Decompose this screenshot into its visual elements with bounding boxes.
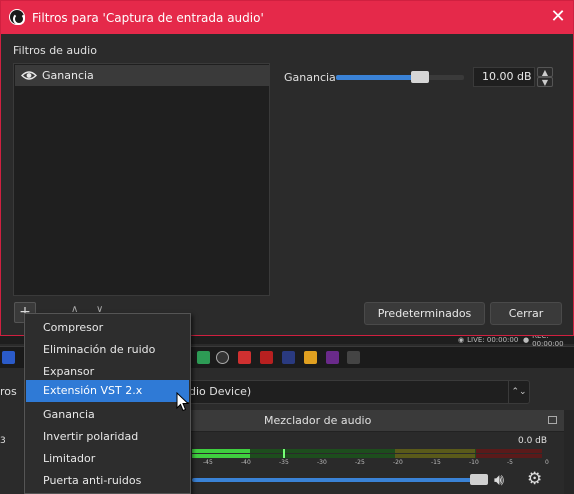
app-blue-icon[interactable]: [282, 351, 295, 364]
mouse-cursor-icon: [176, 392, 190, 412]
menu-item-vst[interactable]: Extensión VST 2.x: [26, 380, 189, 402]
word-icon[interactable]: [2, 351, 15, 364]
android-icon[interactable]: [197, 351, 210, 364]
meter-tick-label: -35: [279, 459, 289, 466]
section-label: Filtros de audio: [13, 44, 97, 57]
app-purple-icon[interactable]: [326, 351, 339, 364]
app-yellow-icon[interactable]: [304, 351, 317, 364]
volume-slider[interactable]: [192, 478, 488, 482]
meter-level-left: [192, 449, 250, 453]
db-value: 0.0 dB: [518, 436, 548, 446]
spin-buttons: ▲ ▼: [537, 67, 553, 87]
obs-icon[interactable]: [216, 351, 229, 364]
speaker-icon[interactable]: 🔊︎: [494, 470, 504, 490]
list-item[interactable]: Ganancia: [15, 65, 269, 86]
spin-down-icon[interactable]: ▼: [537, 77, 553, 87]
undock-icon[interactable]: [548, 416, 557, 424]
filter-menu: Compresor Eliminación de ruido Expansor …: [24, 313, 191, 494]
gain-label: Ganancia: [284, 71, 336, 84]
gain-slider-handle[interactable]: [411, 71, 429, 83]
left-panel: [0, 410, 26, 494]
gain-slider-fill: [336, 75, 420, 80]
title-bar: Filtros para 'Captura de entrada audio' …: [1, 1, 573, 34]
menu-item-compressor[interactable]: Compresor: [26, 317, 189, 339]
meter-peak: [283, 449, 285, 458]
defaults-button[interactable]: Predeterminados: [364, 302, 485, 325]
meter-tick-label: 0: [545, 459, 549, 466]
filter-list[interactable]: Ganancia: [13, 63, 270, 296]
mixer-header: [190, 410, 564, 432]
settings-app-icon[interactable]: [347, 351, 360, 364]
meter-level-right: [192, 454, 250, 458]
meter-tick-label: -30: [317, 459, 327, 466]
meter-tick-label: -20: [393, 459, 403, 466]
meter-tick-label: -10: [469, 459, 479, 466]
screen: ◉ LIVE: 00:00:00 ● REC: 00:00:00 ros dio D…: [0, 0, 574, 494]
filezilla-icon[interactable]: [260, 351, 273, 364]
filter-name: Ganancia: [42, 69, 94, 82]
mixer-scrollbar[interactable]: [564, 410, 574, 494]
close-icon[interactable]: ✕: [545, 4, 571, 30]
meter-tick-label: -25: [355, 459, 365, 466]
eye-icon[interactable]: [21, 70, 37, 81]
combo-arrow-icon[interactable]: ⌃⌄: [508, 381, 529, 403]
obs-logo-icon: [9, 9, 25, 25]
volume-slider-handle[interactable]: [470, 474, 488, 485]
gain-spinbox[interactable]: 10.00 dB: [473, 67, 535, 87]
menu-item-noise-suppression[interactable]: Eliminación de ruido: [26, 339, 189, 361]
meter-tick-label: -45: [203, 459, 213, 466]
filters-dialog: Filtros para 'Captura de entrada audio' …: [0, 0, 574, 336]
meter-tick-label: -5: [507, 459, 513, 466]
meter-tick-label: -40: [241, 459, 251, 466]
dialog-title: Filtros para 'Captura de entrada audio': [32, 11, 264, 25]
meter-tick-label: -15: [431, 459, 441, 466]
gear-icon[interactable]: ⚙: [527, 469, 542, 489]
menu-item-invert-polarity[interactable]: Invertir polaridad: [26, 426, 189, 448]
menu-item-limiter[interactable]: Limitador: [26, 448, 189, 470]
device-combo[interactable]: dio Device): [178, 380, 530, 404]
rec-icon: ●: [523, 336, 530, 344]
app-red-icon[interactable]: [238, 351, 251, 364]
menu-item-noise-gate[interactable]: Puerta anti-ruidos: [26, 470, 189, 492]
mixer-title: Mezclador de audio: [264, 414, 372, 427]
spin-up-icon[interactable]: ▲: [537, 67, 553, 77]
menu-item-gain[interactable]: Ganancia: [26, 404, 189, 426]
close-button[interactable]: Cerrar: [490, 302, 562, 325]
left-label: ros: [0, 385, 17, 398]
left-value: 3: [0, 436, 6, 446]
live-icon: ◉: [458, 336, 465, 344]
